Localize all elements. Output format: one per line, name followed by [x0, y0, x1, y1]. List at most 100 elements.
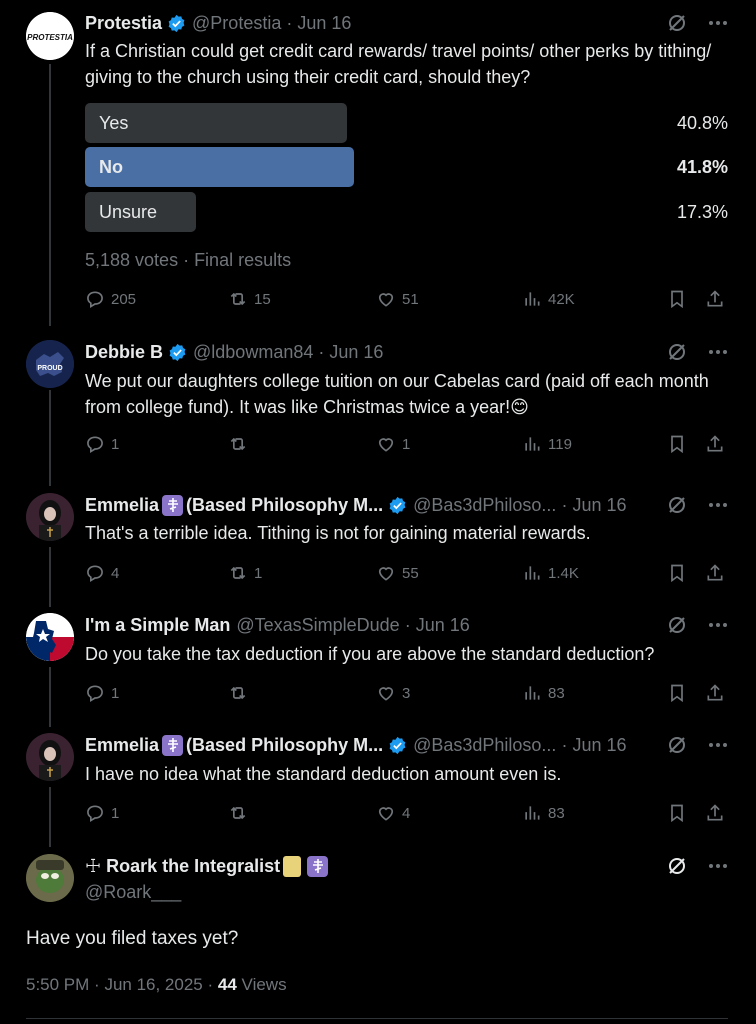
views-count: 1.4K	[548, 564, 579, 582]
share-icon	[707, 290, 723, 307]
post-date[interactable]: Jun 16	[572, 735, 626, 756]
reply-icon	[87, 685, 103, 702]
repost-button[interactable]	[228, 434, 254, 454]
share-button[interactable]	[705, 434, 725, 454]
views-button[interactable]: 119	[522, 434, 572, 454]
grok-icon[interactable]	[666, 734, 688, 756]
heart-icon	[378, 687, 394, 701]
heart-icon	[378, 807, 394, 821]
repost-button[interactable]: 15	[228, 289, 271, 309]
post-time[interactable]: 5:50 PM	[26, 975, 89, 994]
views-button[interactable]: 1.4K	[522, 563, 579, 583]
share-button[interactable]	[705, 289, 725, 309]
orthodox-cross-badge-icon	[162, 494, 184, 516]
repost-icon	[230, 292, 246, 306]
reply-count: 1	[111, 804, 120, 822]
like-button[interactable]: 1	[376, 434, 410, 454]
like-button[interactable]: 55	[376, 563, 419, 583]
views-count: 83	[548, 684, 565, 702]
bookmark-button[interactable]	[667, 683, 687, 703]
views-button[interactable]: 83	[522, 683, 565, 703]
separator: ·	[94, 975, 105, 994]
repost-button[interactable]: 1	[228, 563, 262, 583]
more-options-icon[interactable]	[708, 622, 728, 628]
like-button[interactable]: 4	[376, 803, 410, 823]
thread-line	[49, 64, 51, 326]
reply-button[interactable]: 4	[85, 563, 119, 583]
post-date[interactable]: Jun 16	[416, 615, 470, 636]
views-button[interactable]: 42K	[522, 289, 575, 309]
author-name[interactable]: Emmelia	[85, 735, 159, 756]
more-options-icon[interactable]	[708, 20, 728, 26]
thread-line	[49, 390, 51, 486]
more-options-icon[interactable]	[708, 863, 728, 869]
reply-button[interactable]: 205	[85, 289, 136, 309]
author-handle[interactable]: @Bas3dPhiloso...	[413, 735, 556, 756]
repost-button[interactable]	[228, 683, 254, 703]
tweet-text: Have you filed taxes yet?	[26, 928, 239, 949]
avatar[interactable]: PROTESTIA	[26, 12, 74, 60]
verified-badge-icon	[169, 343, 186, 361]
tweet-text: Do you take the tax deduction if you are…	[85, 644, 655, 664]
avatar[interactable]: PROUD	[26, 340, 74, 388]
post-date[interactable]: Jun 16	[572, 495, 626, 516]
author-handle[interactable]: @Protestia	[192, 13, 281, 34]
avatar[interactable]	[26, 493, 74, 541]
like-button[interactable]: 51	[376, 289, 419, 309]
bookmark-button[interactable]	[667, 289, 687, 309]
reply-button[interactable]: 1	[85, 434, 119, 454]
author-name[interactable]: Protestia	[85, 13, 162, 34]
bookmark-button[interactable]	[667, 434, 687, 454]
reply-count: 1	[111, 435, 120, 453]
author-name[interactable]: I'm a Simple Man	[85, 615, 230, 636]
repost-icon	[230, 566, 246, 580]
avatar[interactable]	[26, 854, 74, 902]
repost-button[interactable]	[228, 803, 254, 823]
like-count: 4	[402, 804, 411, 822]
reply-button[interactable]: 1	[85, 803, 119, 823]
more-options-icon[interactable]	[708, 502, 728, 508]
grok-icon[interactable]	[666, 855, 688, 877]
poll-summary: 5,188 votes · Final results	[85, 250, 292, 270]
like-button[interactable]: 3	[376, 683, 410, 703]
author-handle[interactable]: @TexasSimpleDude	[236, 615, 399, 636]
heart-icon	[378, 438, 394, 452]
share-button[interactable]	[705, 683, 725, 703]
author-name-suffix[interactable]: (Based Philosophy M...	[186, 495, 383, 516]
share-button[interactable]	[705, 563, 725, 583]
author-name-suffix[interactable]: (Based Philosophy M...	[186, 735, 383, 756]
author-handle[interactable]: @Bas3dPhiloso...	[413, 495, 556, 516]
reply-button[interactable]: 1	[85, 683, 119, 703]
bookmark-button[interactable]	[667, 803, 687, 823]
author-handle[interactable]: @Roark___	[85, 879, 716, 905]
author-handle[interactable]: @ldbowman84	[193, 342, 313, 363]
author-name[interactable]: ☩ Roark the Integralist	[85, 856, 280, 877]
views-icon	[525, 566, 540, 580]
share-icon	[707, 684, 723, 701]
post-date[interactable]: Jun 16, 2025	[104, 975, 202, 994]
svg-text:PROTESTIA: PROTESTIA	[27, 33, 73, 42]
thread-line	[49, 667, 51, 727]
grok-icon[interactable]	[666, 494, 688, 516]
post-date[interactable]: Jun 16	[329, 342, 383, 363]
bookmark-icon	[671, 804, 683, 823]
views-icon	[525, 806, 540, 820]
grok-icon[interactable]	[666, 12, 688, 34]
author-name[interactable]: Emmelia	[85, 495, 159, 516]
avatar[interactable]	[26, 733, 74, 781]
share-button[interactable]	[705, 803, 725, 823]
orthodox-cross-badge-icon	[307, 855, 329, 877]
grok-icon[interactable]	[666, 341, 688, 363]
poll-percent: 17.3%	[676, 202, 728, 222]
grok-icon[interactable]	[666, 614, 688, 636]
author-name[interactable]: Debbie B	[85, 342, 163, 363]
avatar[interactable]	[26, 613, 74, 661]
more-options-icon[interactable]	[708, 742, 728, 748]
post-date[interactable]: Jun 16	[297, 13, 351, 34]
views-count: 44	[217, 975, 237, 994]
repost-count: 1	[254, 564, 263, 582]
views-count: 119	[548, 435, 572, 453]
more-options-icon[interactable]	[708, 349, 728, 355]
bookmark-button[interactable]	[667, 563, 687, 583]
views-button[interactable]: 83	[522, 803, 565, 823]
